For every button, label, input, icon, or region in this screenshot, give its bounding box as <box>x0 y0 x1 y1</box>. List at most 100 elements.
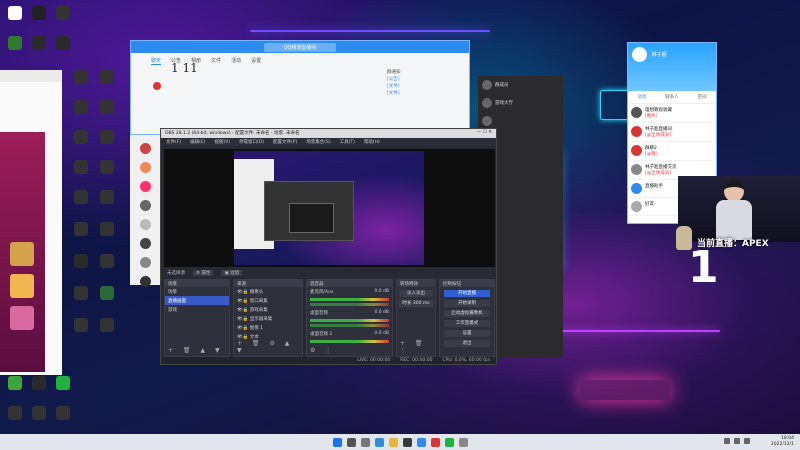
desktop-icon[interactable] <box>4 376 26 392</box>
dock-footer-buttons[interactable]: + 🗑 ▲ ▼ <box>168 347 224 354</box>
filters-button[interactable]: ▣ 滤镜 <box>221 270 243 276</box>
menu-profile[interactable]: 配置文件(P) <box>273 139 297 145</box>
app-tile-icon[interactable] <box>10 306 34 330</box>
menu-view[interactable]: 视图(V) <box>214 139 230 145</box>
side-item[interactable]: 群通知 <box>387 69 467 76</box>
list-item[interactable]: 游戏大厅 <box>478 94 563 112</box>
menu-tools[interactable]: 工具(T) <box>340 139 355 145</box>
desktop-icon[interactable] <box>28 406 50 422</box>
contact-row[interactable]: 群聊2 [@我] <box>628 142 716 161</box>
tab-activity[interactable]: 活动 <box>231 57 241 65</box>
side-item[interactable]: [文件] <box>387 90 467 97</box>
settings-button[interactable]: 设置 <box>444 330 490 337</box>
avatar[interactable] <box>139 143 151 154</box>
volume-slider[interactable] <box>310 324 389 327</box>
menu-docks[interactable]: 停靠窗口(D) <box>239 139 264 145</box>
desktop-icon[interactable] <box>28 376 50 392</box>
desktop-icon[interactable] <box>96 222 118 238</box>
exit-button[interactable]: 退出 <box>444 340 490 347</box>
scene-item[interactable]: 直播画面 <box>165 296 229 305</box>
avatar[interactable] <box>139 219 151 230</box>
task-view-icon[interactable] <box>360 437 370 447</box>
dock-footer-buttons[interactable]: ⚙ ⋮ <box>310 347 335 354</box>
desktop-icon[interactable] <box>28 6 50 22</box>
source-item[interactable]: 👁🔒 游戏采集 <box>234 305 302 314</box>
desktop-icon[interactable] <box>70 70 92 86</box>
window-controls[interactable]: — ☐ ✕ <box>477 130 492 137</box>
volume-icon[interactable] <box>734 438 740 444</box>
contact-row[interactable]: 林子超直播间 [@全体成员] <box>628 123 716 142</box>
desktop-icon[interactable] <box>70 190 92 206</box>
clock[interactable]: 18:04 2022/12/1 <box>771 436 794 447</box>
tab-chat[interactable]: 聊天 <box>151 57 162 65</box>
network-icon[interactable] <box>724 438 730 444</box>
side-item[interactable]: [文件] <box>387 83 467 90</box>
search-icon[interactable] <box>346 437 356 447</box>
avatar[interactable] <box>139 200 151 211</box>
source-item[interactable]: 👁🔒 窗口采集 <box>234 296 302 305</box>
app-tile-icon[interactable] <box>10 242 34 266</box>
qq-taskbar-icon[interactable] <box>416 437 426 447</box>
scene-item[interactable]: 场景 <box>165 287 229 296</box>
avatar[interactable] <box>139 162 151 173</box>
source-item[interactable]: 👁🔒 摄像头 <box>234 287 302 296</box>
desktop-icon[interactable] <box>4 36 26 52</box>
desktop-icon[interactable] <box>96 70 118 86</box>
battery-icon[interactable] <box>744 438 750 444</box>
desktop-icon[interactable] <box>96 318 118 334</box>
scene-item[interactable]: 游戏 <box>165 305 229 314</box>
controls-dock[interactable]: 控制按钮 开始直播 开始录制 启动虚拟摄像机 工作室模式 设置 退出 <box>439 279 495 357</box>
scenes-dock[interactable]: 场景 场景 直播画面 游戏 + 🗑 ▲ ▼ <box>164 279 230 357</box>
desktop-icon[interactable] <box>96 100 118 116</box>
desktop-icon[interactable] <box>96 254 118 270</box>
desktop-icon[interactable] <box>70 286 92 302</box>
menu-help[interactable]: 帮助(H) <box>364 139 380 145</box>
desktop-icon[interactable] <box>70 160 92 176</box>
left-browser-window[interactable] <box>0 70 62 375</box>
source-item[interactable]: 👁🔒 显示器采集 <box>234 314 302 323</box>
edge-browser-icon[interactable] <box>374 437 384 447</box>
avatar[interactable] <box>139 238 151 249</box>
properties-button[interactable]: ⚙ 属性 <box>193 270 214 276</box>
avatar[interactable] <box>139 181 151 192</box>
tab-files[interactable]: 文件 <box>211 57 221 65</box>
desktop-icon[interactable] <box>28 36 50 52</box>
desktop-icon[interactable] <box>70 318 92 334</box>
windows-start-icon[interactable] <box>332 437 342 447</box>
side-item[interactable]: [公告] <box>387 76 467 83</box>
desktop-icon[interactable] <box>96 160 118 176</box>
desktop-icon[interactable] <box>96 190 118 206</box>
start-streaming-button[interactable]: 开始直播 <box>444 290 490 297</box>
virtual-camera-button[interactable]: 启动虚拟摄像机 <box>444 310 490 317</box>
tab-contacts[interactable]: 联系人 <box>665 94 679 100</box>
obs-preview[interactable] <box>164 149 495 267</box>
duration-field[interactable]: 时长 300 ms <box>399 300 433 307</box>
desktop-icon[interactable] <box>70 222 92 238</box>
obs-window[interactable]: OBS 28.1.2 (64-bit, windows) - 配置文件: 未命名… <box>160 128 497 365</box>
obs-taskbar-icon[interactable] <box>402 437 412 447</box>
start-recording-button[interactable]: 开始录制 <box>444 300 490 307</box>
desktop-icon[interactable] <box>96 286 118 302</box>
desktop-icon[interactable] <box>4 6 26 22</box>
app-tile-icon[interactable] <box>10 274 34 298</box>
desktop-icon[interactable] <box>52 6 74 22</box>
transitions-dock[interactable]: 转场特效 淡入淡出 时长 300 ms + 🗑 ⋮ <box>396 279 436 357</box>
tab-space[interactable]: 空间 <box>698 94 707 100</box>
app-taskbar-icon[interactable] <box>430 437 440 447</box>
desktop-icon[interactable] <box>70 130 92 146</box>
contact-row[interactable]: 理想教程收藏 [图片] <box>628 104 716 123</box>
volume-slider[interactable] <box>310 303 389 306</box>
avatar[interactable] <box>632 47 647 62</box>
menu-file[interactable]: 文件(F) <box>166 139 181 145</box>
volume-meter[interactable] <box>310 319 389 322</box>
menu-scene-collection[interactable]: 场景集合(S) <box>306 139 330 145</box>
desktop-icon[interactable] <box>70 100 92 116</box>
volume-meter[interactable] <box>310 340 389 343</box>
tab-messages[interactable]: 消息 <box>637 94 646 100</box>
desktop-icon[interactable] <box>96 130 118 146</box>
avatar[interactable] <box>139 257 151 268</box>
source-item[interactable]: 👁🔒 图像 1 <box>234 323 302 332</box>
qq-main-window[interactable]: QQ频道直播间 聊天 公告 相册 文件 活动 设置 1 11 群通知 [公告] … <box>130 40 470 135</box>
desktop-icon[interactable] <box>4 406 26 422</box>
dock-footer-buttons[interactable]: + 🗑 ⋮ <box>400 340 435 354</box>
